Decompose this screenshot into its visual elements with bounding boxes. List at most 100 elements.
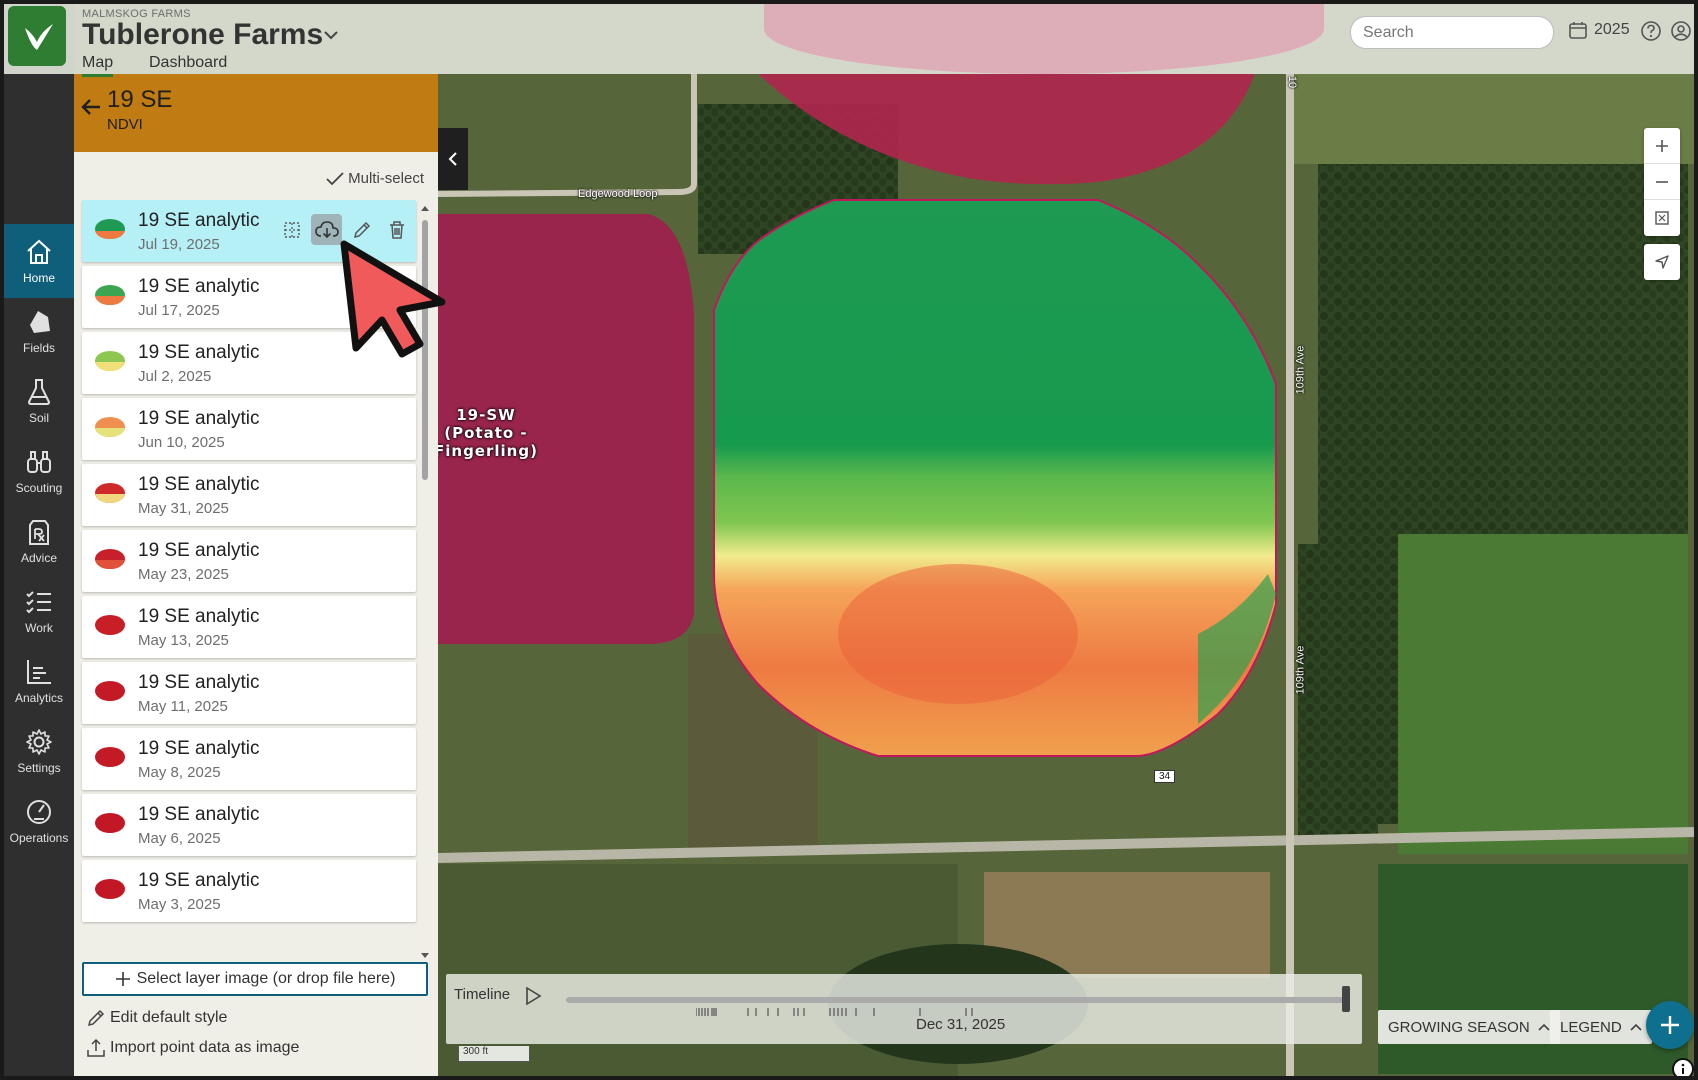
ndvi-thumbnail-icon <box>95 681 125 701</box>
timeline-label: Timeline <box>454 986 511 1003</box>
panel-header: 19 SE NDVI <box>74 74 438 152</box>
timeline-date: Dec 31, 2025 <box>916 1016 1006 1033</box>
nav-home[interactable]: Home <box>4 224 74 298</box>
minus-icon <box>1656 180 1668 183</box>
trash-icon <box>389 220 404 239</box>
home-icon <box>27 239 51 264</box>
nav-work[interactable]: Work <box>4 574 74 648</box>
list-item-date: May 31, 2025 <box>138 500 229 517</box>
tab-dashboard[interactable]: Dashboard <box>149 54 227 72</box>
fit-extent-icon <box>1655 211 1669 225</box>
user-account-icon[interactable] <box>1670 20 1692 42</box>
pencil-icon <box>353 221 370 238</box>
year-selector[interactable]: 2025 <box>1568 20 1630 40</box>
map-canvas[interactable]: 19-SW (Potato - Fingerling) Edgewood Loo… <box>438 74 1694 1076</box>
gear-icon <box>26 729 52 755</box>
pencil-icon <box>87 1009 105 1027</box>
list-item-title: 19 SE analytic <box>138 540 260 561</box>
info-button[interactable] <box>1672 1058 1694 1076</box>
legend-toggle[interactable]: LEGEND <box>1550 1010 1652 1044</box>
list-item-date: Jul 17, 2025 <box>138 302 220 319</box>
list-item-title: 19 SE analytic <box>138 210 260 231</box>
list-item-title: 19 SE analytic <box>138 870 260 891</box>
road-label-top: 10 <box>1286 75 1299 89</box>
nav-advice[interactable]: Advice <box>4 504 74 578</box>
scroll-up-icon[interactable] <box>420 204 430 212</box>
top-header: MALMSKOG FARMS Tublerone Farms Map Dashb… <box>4 4 1694 77</box>
nav-operations[interactable]: Operations <box>4 784 74 858</box>
import-point-data-link[interactable]: Import point data as image <box>86 1038 299 1058</box>
list-item[interactable]: 19 SE analytic Jun 10, 2025 <box>82 398 416 460</box>
zoom-in-button[interactable] <box>1644 128 1680 164</box>
list-item-date: May 13, 2025 <box>138 632 229 649</box>
panel-title: 19 SE <box>107 86 173 113</box>
nav-fields[interactable]: Fields <box>4 294 74 368</box>
field-label-19-sw: 19-SW (Potato - Fingerling) <box>438 406 538 460</box>
help-icon[interactable] <box>1640 20 1662 42</box>
edit-default-style-link[interactable]: Edit default style <box>86 1008 227 1028</box>
grid-select-icon <box>283 221 300 238</box>
cloud-download-icon <box>314 220 339 238</box>
nav-soil[interactable]: Soil <box>4 364 74 438</box>
farm-name[interactable]: Tublerone Farms <box>82 18 323 52</box>
list-item[interactable]: 19 SE analytic May 13, 2025 <box>82 596 416 658</box>
import-point-label: Import point data as image <box>110 1039 300 1056</box>
multi-select-button[interactable]: Multi-select <box>326 170 424 187</box>
zoom-extent-button[interactable] <box>1644 200 1680 236</box>
upload-icon <box>87 1038 105 1057</box>
list-item-title: 19 SE analytic <box>138 672 260 693</box>
nav-analytics-label: Analytics <box>14 691 64 705</box>
nav-work-label: Work <box>25 621 53 635</box>
calendar-icon <box>1569 22 1587 39</box>
scroll-down-icon[interactable] <box>420 952 430 960</box>
road-label-109th-a: 109th Ave <box>1294 345 1307 395</box>
search-input[interactable] <box>1350 16 1554 49</box>
list-item-date: May 8, 2025 <box>138 764 221 781</box>
growing-season-toggle[interactable]: GROWING SEASON <box>1378 1010 1560 1044</box>
list-item[interactable]: 19 SE analytic May 23, 2025 <box>82 530 416 592</box>
list-item-date: Jun 10, 2025 <box>138 434 225 451</box>
list-item-date: Jul 19, 2025 <box>138 236 220 253</box>
ndvi-thumbnail-icon <box>95 549 125 569</box>
ndvi-thumbnail-icon <box>95 219 125 239</box>
select-layer-image-button[interactable]: Select layer image (or drop file here) <box>82 962 428 996</box>
ndvi-thumbnail-icon <box>95 879 125 899</box>
locate-me-button[interactable] <box>1644 244 1680 280</box>
select-area-button[interactable] <box>276 214 307 245</box>
list-item[interactable]: 19 SE analytic May 31, 2025 <box>82 464 416 526</box>
nav-settings[interactable]: Settings <box>4 714 74 788</box>
fields-icon <box>30 311 50 333</box>
prescription-icon <box>29 520 49 545</box>
nav-scouting[interactable]: Scouting <box>4 434 74 508</box>
growing-season-label: GROWING SEASON <box>1388 1018 1530 1036</box>
timeline-handle[interactable] <box>1342 986 1350 1012</box>
list-item-title: 19 SE analytic <box>138 342 260 363</box>
list-item[interactable]: 19 SE analytic May 6, 2025 <box>82 794 416 856</box>
legend-label: LEGEND <box>1560 1018 1622 1036</box>
zoom-out-button[interactable] <box>1644 164 1680 200</box>
add-fab-button[interactable] <box>1646 1001 1694 1049</box>
nav-soil-label: Soil <box>28 411 49 425</box>
list-item[interactable]: 19 SE analytic May 3, 2025 <box>82 860 416 922</box>
map-scale-bar: 300 ft <box>458 1046 530 1062</box>
list-item-title: 19 SE analytic <box>138 738 260 759</box>
list-item-date: May 11, 2025 <box>138 698 228 715</box>
list-item[interactable]: 19 SE analytic May 11, 2025 <box>82 662 416 724</box>
tab-map[interactable]: Map <box>82 54 114 77</box>
play-icon[interactable] <box>524 986 542 1006</box>
satellite-map[interactable] <box>438 74 1694 1076</box>
nav-analytics[interactable]: Analytics <box>4 644 74 718</box>
list-item[interactable]: 19 SE analytic May 8, 2025 <box>82 728 416 790</box>
app-logo[interactable] <box>8 6 66 66</box>
info-icon <box>1681 1063 1685 1074</box>
timeline-track[interactable] <box>566 997 1350 1003</box>
list-item-title: 19 SE analytic <box>138 606 260 627</box>
list-item-date: May 6, 2025 <box>138 830 221 847</box>
zoom-controls <box>1644 128 1680 236</box>
nav-home-label: Home <box>22 271 55 285</box>
back-arrow-icon[interactable] <box>80 96 102 118</box>
highway-shield-34: 34 <box>1154 770 1176 783</box>
edit-style-label: Edit default style <box>110 1009 228 1026</box>
collapse-panel-button[interactable] <box>438 128 468 190</box>
farm-chevron-down-icon[interactable] <box>324 30 338 40</box>
